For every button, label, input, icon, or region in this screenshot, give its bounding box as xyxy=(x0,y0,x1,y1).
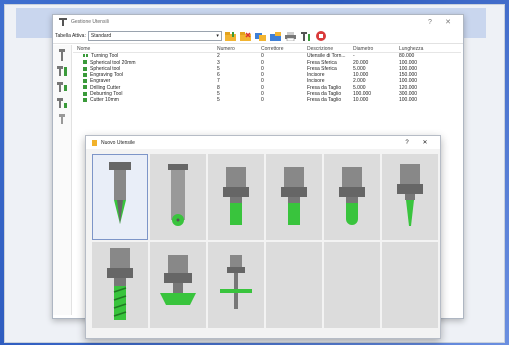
engraver-v-tool-icon xyxy=(109,162,131,224)
chevron-down-icon: ▾ xyxy=(216,33,219,39)
active-table-select[interactable]: Standard ▾ xyxy=(87,31,222,41)
copy-folder-button[interactable] xyxy=(270,30,282,42)
tool-diameter: 10.000 xyxy=(353,97,369,104)
deburring-tool-icon xyxy=(83,91,87,96)
folder-copy-icon xyxy=(270,31,282,41)
drill-cutter-icon xyxy=(107,248,133,320)
print-button[interactable] xyxy=(285,30,297,42)
header-number[interactable]: Numero xyxy=(217,46,261,52)
face-mill-icon xyxy=(160,255,196,305)
flat-end-mill-icon xyxy=(281,167,307,225)
printer-icon xyxy=(285,31,297,41)
new-tool-dialog: Nuovo Utensile ? ✕ xyxy=(85,135,441,339)
header-corrector[interactable]: Correttore xyxy=(261,46,307,52)
table-header: Nome Numero Correttore Descrizione Diame… xyxy=(73,46,461,54)
tool-type-empty xyxy=(266,242,322,328)
header-diameter[interactable]: Diametro xyxy=(353,46,399,52)
tools-table: Nome Numero Correttore Descrizione Diame… xyxy=(73,46,461,104)
app-icon xyxy=(59,18,67,26)
tool-number: 5 xyxy=(217,97,220,104)
tool-edit-icon[interactable] xyxy=(56,81,68,93)
spherical-tool-icon xyxy=(168,164,188,226)
tool-add-icon[interactable] xyxy=(56,65,68,77)
tool-type-flat-end-mill[interactable] xyxy=(208,154,264,240)
sidebar xyxy=(53,45,72,315)
tool-copy-icon[interactable] xyxy=(56,97,68,109)
tool-type-ball-end-mill[interactable] xyxy=(324,154,380,240)
tool-type-empty xyxy=(324,242,380,328)
flat-end-mill-icon xyxy=(223,167,249,225)
window-titlebar: Gestione Utensili ? ✕ xyxy=(53,15,463,29)
folders-button[interactable] xyxy=(255,30,267,42)
folder-remove-icon xyxy=(240,31,252,41)
spherical-tool-icon xyxy=(83,66,87,71)
tool-length: 100.000 xyxy=(399,97,418,104)
tool-name: Drilling Cutter xyxy=(90,84,121,91)
turning-tool-icon xyxy=(83,54,88,58)
cutter-icon xyxy=(83,98,87,103)
tool-type-grid xyxy=(92,154,438,328)
table-row[interactable]: Cutter 10mm 5 0 Fresa da Taglio 10.000 100.00… xyxy=(73,97,461,103)
toolbar: Tabella Attiva: Standard ▾ xyxy=(53,29,463,44)
stop-button[interactable] xyxy=(315,30,327,42)
slot-cutter-icon xyxy=(220,255,252,309)
engraver-icon xyxy=(83,79,87,84)
spherical-tool-icon xyxy=(83,60,87,65)
tool-icon xyxy=(92,139,97,146)
tool-icon[interactable] xyxy=(56,49,68,61)
window-title: Gestione Utensili xyxy=(71,19,109,25)
tool-name: Spherical tool 20mm xyxy=(90,59,136,66)
tool-name: Engraver xyxy=(90,78,111,85)
tool-name: Spherical tool xyxy=(90,65,121,72)
header-length[interactable]: Lunghezza xyxy=(399,46,449,52)
tool-name: Deburring Tool xyxy=(90,91,123,98)
tool-type-slot-cutter[interactable] xyxy=(208,242,264,328)
new-folder-button[interactable] xyxy=(225,30,237,42)
ball-end-mill-icon xyxy=(339,167,365,225)
tool-name: Engraving Tool xyxy=(90,72,123,79)
header-description[interactable]: Descrizione xyxy=(307,46,353,52)
tool-type-tapered[interactable] xyxy=(382,154,438,240)
tool-delete-icon[interactable] xyxy=(56,113,68,125)
header-name[interactable]: Nome xyxy=(73,46,217,52)
tool-name: Turning Tool xyxy=(91,53,119,60)
help-button[interactable]: ? xyxy=(421,19,439,26)
tool-settings-button[interactable] xyxy=(300,30,312,42)
dialog-title: Nuovo Utensile xyxy=(101,139,135,146)
tool-corrector: 0 xyxy=(261,97,264,104)
close-button[interactable]: ✕ xyxy=(439,18,457,26)
tapered-tool-icon xyxy=(397,164,423,226)
dialog-help-button[interactable]: ? xyxy=(398,140,416,146)
tool-type-face-mill[interactable] xyxy=(150,242,206,328)
remove-folder-button[interactable] xyxy=(240,30,252,42)
tool-name: Cutter 10mm xyxy=(90,97,119,104)
tool-type-flat-end-mill-2[interactable] xyxy=(266,154,322,240)
tool-type-engraver-v[interactable] xyxy=(92,154,148,240)
drilling-cutter-icon xyxy=(83,85,87,90)
tool-type-empty xyxy=(382,242,438,328)
dialog-close-button[interactable]: ✕ xyxy=(416,139,434,146)
folder-new-icon xyxy=(225,31,237,41)
engraving-tool-icon xyxy=(83,72,87,77)
dialog-titlebar: Nuovo Utensile ? ✕ xyxy=(86,136,440,149)
active-table-value: Standard xyxy=(90,33,112,39)
active-table-label: Tabella Attiva: xyxy=(55,33,86,39)
folders-icon xyxy=(255,32,267,41)
tool-description: Fresa da Taglio xyxy=(307,97,342,104)
tool-type-spherical[interactable] xyxy=(150,154,206,240)
tool-type-drill-cutter[interactable] xyxy=(92,242,148,328)
stop-icon xyxy=(315,31,326,41)
tool-settings-icon xyxy=(301,31,311,41)
